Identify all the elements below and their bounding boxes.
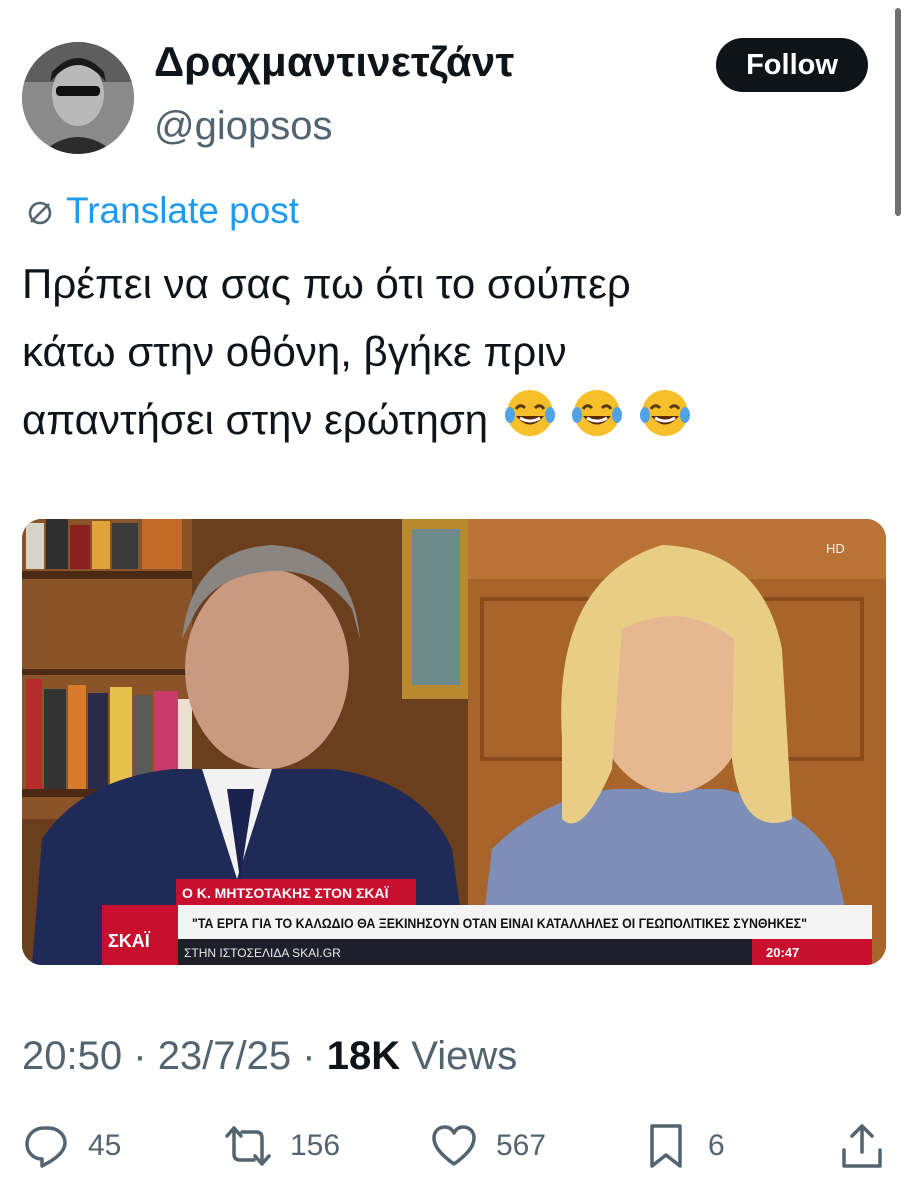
follow-button[interactable]: Follow xyxy=(716,38,868,92)
bookmark-button[interactable]: 6 xyxy=(642,1122,725,1170)
laughing-emoji-icon xyxy=(639,387,691,459)
tweet-media-image[interactable]: HD Ο Κ. ΜΗΤΣΟΤΑΚΗΣ ΣΤΟΝ ΣΚΑΪ "ΤΑ ΕΡΓΑ ΓΙ… xyxy=(22,519,886,965)
skai-logo: ΣΚΑΪ xyxy=(108,931,151,951)
bookmark-count: 6 xyxy=(708,1129,725,1162)
translate-post-label: Translate post xyxy=(66,190,300,231)
like-count: 567 xyxy=(496,1129,547,1162)
repost-icon xyxy=(225,1126,271,1166)
repost-button[interactable]: 156 xyxy=(224,1122,340,1170)
ticker-sub: ΣΤΗΝ ΙΣΤΟΣΕΛΙΔΑ SKAI.GR xyxy=(184,946,341,960)
share-icon xyxy=(842,1124,882,1168)
separator: · xyxy=(302,1034,316,1078)
ticker-time: 20:47 xyxy=(766,945,799,960)
views-label: Views xyxy=(411,1034,518,1078)
user-handle[interactable]: @giopsos xyxy=(154,104,332,149)
repost-count: 156 xyxy=(290,1129,341,1162)
translate-post-link[interactable]: Translate post xyxy=(22,190,299,232)
tweet-line: απαντήσει στην ερώτηση xyxy=(22,386,882,459)
hd-badge: HD xyxy=(826,541,845,556)
share-button[interactable] xyxy=(838,1122,904,1170)
views-count: 18K xyxy=(326,1034,401,1078)
avatar[interactable] xyxy=(22,42,134,154)
ticker-title: Ο Κ. ΜΗΤΣΟΤΑΚΗΣ ΣΤΟΝ ΣΚΑΪ xyxy=(182,885,390,901)
scrollbar[interactable] xyxy=(895,8,901,216)
reply-count: 45 xyxy=(88,1129,122,1162)
reply-button[interactable]: 45 xyxy=(22,1122,121,1170)
ticker-quote: "ΤΑ ΕΡΓΑ ΓΙΑ ΤΟ ΚΑΛΩΔΙΟ ΘΑ ΞΕΚΙΝΗΣΟΥΝ ΟΤ… xyxy=(192,915,807,931)
tweet-date[interactable]: 23/7/25 xyxy=(158,1034,291,1078)
tweet-line: κάτω στην οθόνη, βγήκε πριν xyxy=(22,328,567,375)
tweet-line: Πρέπει να σας πω ότι το σούπερ xyxy=(22,260,631,307)
laughing-emoji-icon xyxy=(504,387,556,459)
globe-icon xyxy=(22,191,62,231)
laughing-emoji-icon xyxy=(571,387,623,459)
like-button[interactable]: 567 xyxy=(430,1122,546,1170)
action-bar: 45 156 567 6 xyxy=(22,1122,886,1182)
tweet-text: Πρέπει να σας πω ότι το σούπερ κάτω στην… xyxy=(22,250,882,459)
tweet-meta: 20:50 · 23/7/25 · 18K Views xyxy=(22,1034,517,1079)
tweet-line-text: απαντήσει στην ερώτηση xyxy=(22,396,489,443)
display-name[interactable]: Δραχμαντινετζάντ xyxy=(154,38,514,86)
heart-icon xyxy=(432,1125,476,1166)
separator: · xyxy=(133,1034,147,1078)
bookmark-icon xyxy=(650,1124,682,1168)
reply-icon xyxy=(25,1126,67,1168)
tweet-time[interactable]: 20:50 xyxy=(22,1034,122,1078)
